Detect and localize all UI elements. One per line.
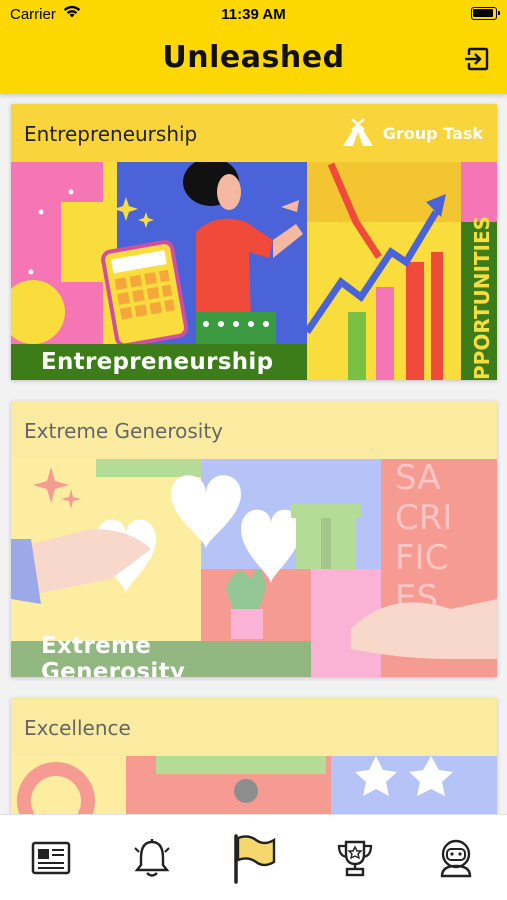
- tab-notifications[interactable]: [101, 815, 202, 900]
- logout-icon[interactable]: [463, 45, 491, 73]
- card-header: Entrepreneurship Group Task: [11, 104, 497, 162]
- badge-label: Group Task: [382, 123, 483, 143]
- tab-achievements[interactable]: [304, 815, 405, 900]
- task-card-extreme-generosity[interactable]: Extreme Generosity SA CRI FIC ES Extreme…: [11, 401, 497, 677]
- tab-tasks[interactable]: [203, 815, 304, 900]
- app-header: Carrier 11:39 AM Unleashed: [0, 0, 507, 94]
- bell-icon: [134, 838, 170, 877]
- tent-icon: [342, 118, 373, 146]
- profile-icon: [441, 839, 472, 877]
- card-image: [11, 756, 497, 814]
- card-title: Entrepreneurship: [24, 122, 198, 146]
- side-text-line-1: SA: [395, 459, 440, 498]
- tab-news[interactable]: [0, 815, 101, 900]
- newspaper-icon: [31, 841, 70, 874]
- image-banner: Entrepreneurship: [11, 344, 307, 380]
- card-title: Excellence: [24, 716, 131, 740]
- clock: 11:39 AM: [221, 6, 286, 23]
- side-text-opportunities: PPORTUNITIES: [470, 216, 494, 380]
- excellence-illustration: [11, 756, 497, 814]
- side-text-line-2: CRI: [395, 498, 452, 538]
- image-banner: Extreme Generosity: [11, 633, 311, 677]
- flag-icon: [233, 833, 275, 884]
- trophy-icon: [337, 840, 373, 876]
- bottom-tab-bar: [0, 814, 507, 900]
- card-image: PPORTUNITIES Entrepreneurship: [11, 162, 497, 380]
- task-card-excellence[interactable]: Excellence: [11, 698, 497, 814]
- tab-profile[interactable]: [406, 815, 507, 900]
- side-text-line-3: FIC: [395, 538, 448, 578]
- card-image: SA CRI FIC ES Extreme Generosity: [11, 459, 497, 677]
- card-header: Excellence: [11, 698, 497, 756]
- battery-icon: [471, 7, 500, 20]
- task-card-entrepreneurship[interactable]: Entrepreneurship Group Task PPORTUNITIES…: [11, 104, 497, 380]
- task-list: Entrepreneurship Group Task PPORTUNITIES…: [0, 94, 507, 814]
- card-title: Extreme Generosity: [24, 419, 224, 443]
- group-task-badge: Group Task: [341, 118, 483, 148]
- status-bar: Carrier 11:39 AM: [0, 0, 507, 30]
- page-title: Unleashed: [162, 40, 345, 75]
- card-header: Extreme Generosity: [11, 401, 497, 459]
